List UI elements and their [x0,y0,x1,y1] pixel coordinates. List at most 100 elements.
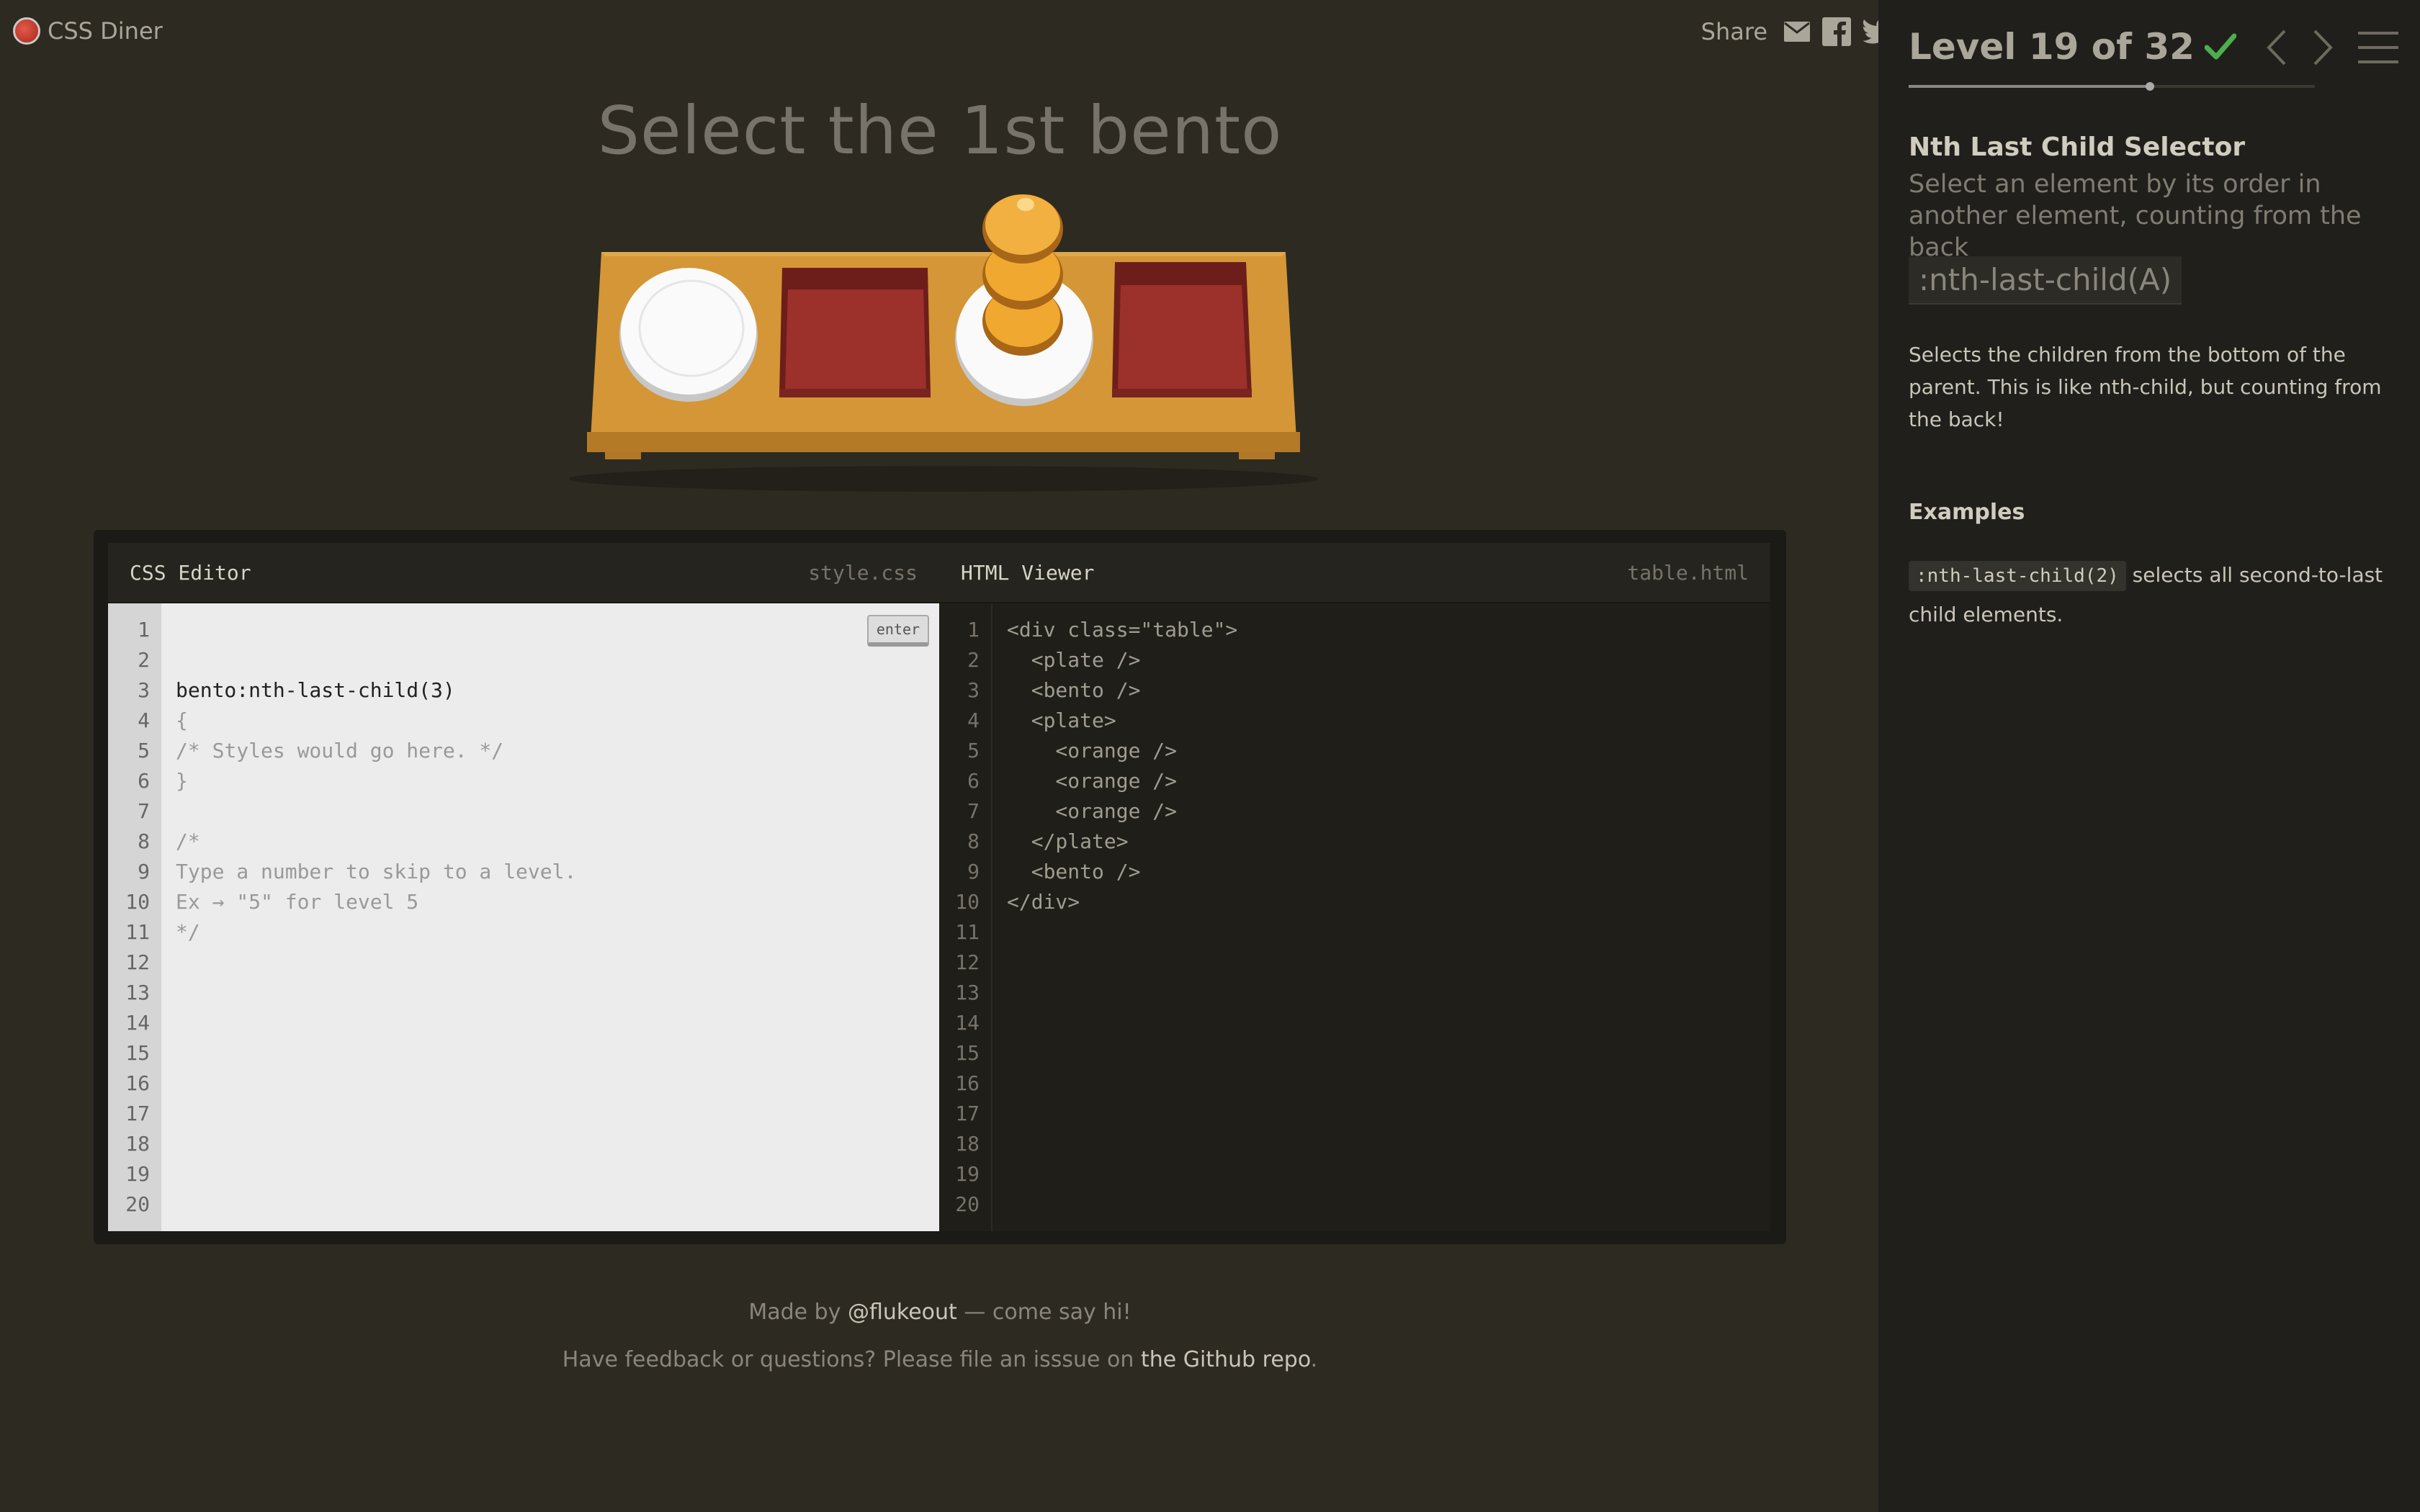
css-editor-title: CSS Editor [130,560,251,585]
markup-line[interactable]: <div class="table"> [1007,615,1770,645]
line-number: 5 [967,739,980,762]
code-line: { [176,708,188,732]
code-line: Ex → "5" for level 5 [176,890,419,914]
line-number: 4 [967,708,980,732]
level-title: Level 19 of 32 [1909,26,2195,68]
html-line-numbers: 1 2 3 4 5 6 7 8 9 10 11 12 13 14 15 16 17 18 19 20 [939,603,992,1231]
line-number: 13 [955,981,980,1004]
bento[interactable] [1112,262,1252,397]
examples-title: Examples [1909,500,2025,525]
markup-line[interactable]: </div> [1007,887,1770,917]
line-number: 7 [967,799,980,823]
markup-line[interactable]: <orange /> [1007,766,1770,796]
line-number: 12 [125,950,150,974]
markup-line[interactable]: <orange /> [1007,796,1770,827]
facebook-icon[interactable] [1822,17,1851,46]
code-line: /* Styles would go here. */ [176,739,504,762]
markup-line[interactable]: <bento /> [1007,857,1770,887]
css-editor-filename: style.css [808,560,918,585]
line-number: 20 [955,1192,980,1216]
footer-text: — come say hi! [956,1300,1131,1325]
enter-button[interactable]: enter [867,615,929,647]
line-number: 10 [125,890,150,914]
markup-line[interactable]: <orange /> [1007,736,1770,766]
level-progress-marker [2145,82,2154,91]
level-nav [2266,29,2398,66]
bento[interactable] [779,268,931,397]
plate[interactable] [619,268,758,402]
app-name: CSS Diner [48,17,163,45]
footer-text: Made by [748,1300,848,1325]
markup-line[interactable]: <plate /> [1007,645,1770,675]
footer: Made by @flukeout — come say hi! Have fe… [0,1289,1880,1384]
previous-level-button[interactable] [2266,29,2287,66]
markup-line[interactable]: <bento /> [1007,675,1770,706]
next-level-button[interactable] [2312,29,2334,66]
line-number: 1 [967,618,980,642]
level-instruction: Select the 1st bento [597,92,1283,169]
line-number: 19 [125,1162,150,1186]
menu-icon[interactable] [2358,30,2398,65]
selector-help: Selects the children from the bottom of … [1909,343,2382,431]
line-number: 19 [955,1162,980,1186]
code-line: /* [176,829,200,853]
line-number: 14 [125,1011,150,1035]
line-number: 8 [138,829,150,853]
author-link[interactable]: @flukeout [848,1300,957,1325]
example: :nth-last-child(2) selects all second-to… [1909,556,2384,634]
line-number: 2 [967,648,980,672]
css-code-area[interactable]: bento:nth-last-child(3){ /* Styles would … [161,603,939,1231]
share-bar: Share [1701,17,1894,46]
line-number: 3 [138,678,150,702]
line-number: 16 [955,1071,980,1095]
line-number: 18 [125,1132,150,1156]
line-number: 14 [955,1011,980,1035]
editor: CSS Editor style.css 1 2 3 4 5 6 7 8 9 10 11 12 13 14… [94,530,1786,1244]
share-label: Share [1700,18,1767,45]
line-number: 7 [138,799,150,823]
html-viewer: HTML Viewer table.html 1 2 3 4 5 6 7 8 9 10 11 12 13… [939,543,1770,1231]
code-line: Type a number to skip to a level. [176,860,577,883]
html-viewer-title: HTML Viewer [961,560,1095,585]
orange[interactable] [982,194,1063,264]
github-link[interactable]: the Github repo [1141,1347,1311,1372]
line-number: 6 [967,769,980,793]
markup-line[interactable]: </plate> [1007,827,1770,857]
css-input[interactable]: bento:nth-last-child(3) [176,675,939,706]
selector-name: Nth Last Child Selector [1909,132,2246,162]
selector-description: Select an element by its order in anothe… [1909,170,2362,262]
line-number: 6 [138,769,150,793]
app-logo[interactable]: CSS Diner [13,17,163,45]
line-number: 16 [125,1071,150,1095]
line-number: 10 [955,890,980,914]
level-progress-bar [1909,82,2315,91]
html-viewer-filename: table.html [1627,560,1749,585]
line-number: 15 [955,1041,980,1065]
line-number: 1 [138,618,150,642]
css-line-numbers: 1 2 3 4 5 6 7 8 9 10 11 12 13 14 15 16 17 18 19 20 [108,603,161,1231]
line-number: 9 [967,860,980,883]
line-number: 5 [138,739,150,762]
line-number: 8 [967,829,980,853]
line-number: 12 [955,950,980,974]
line-number: 4 [138,708,150,732]
selector-syntax: :nth-last-child(A) [1909,256,2182,305]
css-editor: CSS Editor style.css 1 2 3 4 5 6 7 8 9 10 11 12 13 14… [108,543,939,1231]
logo-icon [13,17,40,45]
line-number: 2 [138,648,150,672]
footer-credit: Made by @flukeout — come say hi! [0,1289,1880,1336]
line-number: 9 [138,860,150,883]
markup-line[interactable]: <plate> [1007,706,1770,736]
css-editor-header: CSS Editor style.css [108,543,939,603]
mail-icon[interactable] [1783,21,1811,42]
line-number: 11 [955,920,980,944]
line-number: 3 [967,678,980,702]
sidebar: Level 19 of 32 Nth Last Child Selector S… [1878,0,2420,1512]
html-code-area: <div class="table"> <plate /> <bento /> … [992,603,1770,1231]
line-number: 17 [125,1102,150,1125]
footer-text: Have feedback or questions? Please file … [562,1347,1141,1372]
level-progress-fill [1909,85,2150,88]
footer-feedback: Have feedback or questions? Please file … [0,1336,1880,1384]
code-line: */ [176,920,200,944]
